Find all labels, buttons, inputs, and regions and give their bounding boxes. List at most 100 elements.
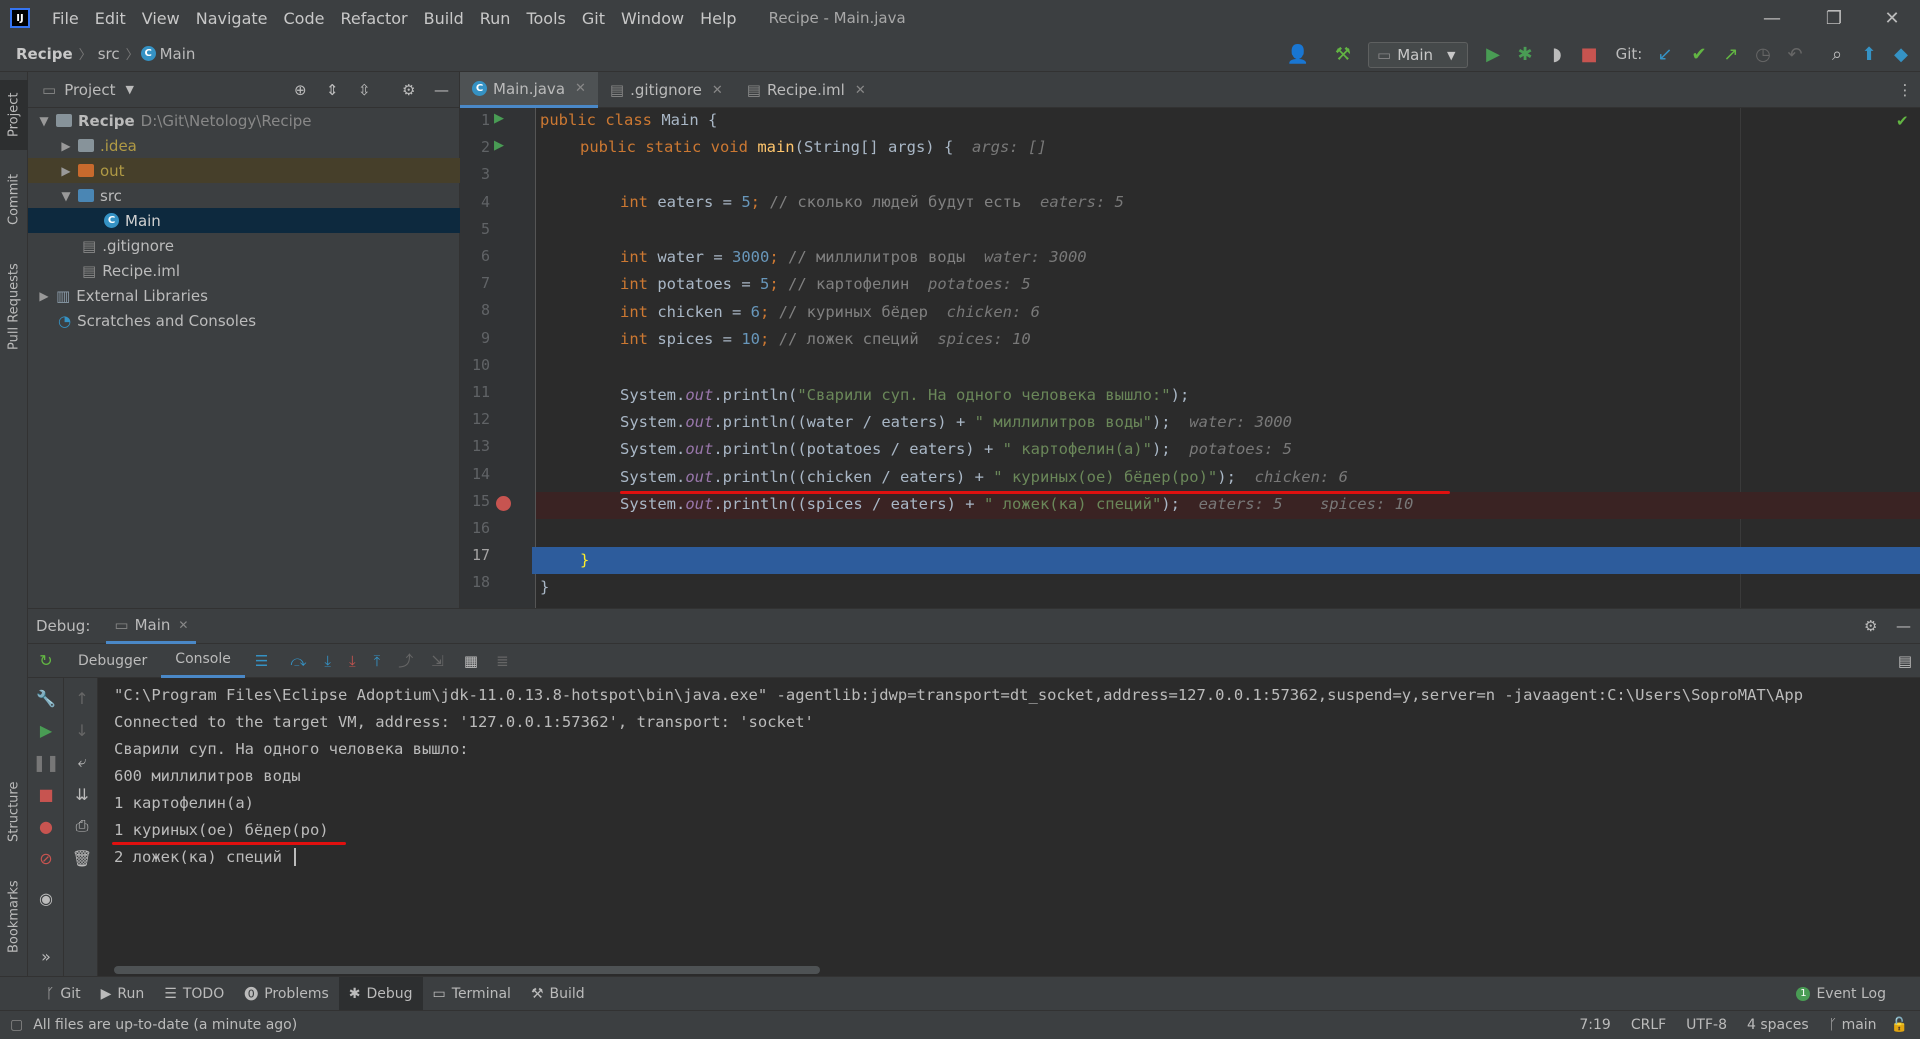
more-icon[interactable]: ⋮ [1890, 72, 1920, 107]
chevron-right-icon[interactable]: ▶ [58, 164, 74, 178]
menu-help[interactable]: Help [692, 9, 744, 28]
chevron-down-icon[interactable]: ▼ [126, 83, 134, 96]
locate-icon[interactable]: ⊕ [294, 81, 307, 99]
stop-icon[interactable]: ■ [1574, 36, 1604, 72]
layout-icon[interactable]: ▤ [1898, 652, 1912, 670]
collapse-all-icon[interactable]: ⇳ [358, 81, 371, 99]
menu-file[interactable]: File [44, 9, 87, 28]
breadcrumb-src[interactable]: src [94, 45, 124, 63]
run-gutter-icon[interactable]: ▶ [494, 111, 504, 126]
git-commit-icon[interactable]: ✔ [1684, 36, 1714, 72]
pull-requests-tool-tab[interactable]: Pull Requests [0, 252, 28, 362]
menu-icon[interactable]: ☰ [255, 652, 268, 670]
mute-breakpoints-icon[interactable]: ⊘ [28, 844, 64, 872]
debug-icon[interactable]: ✱ [1510, 36, 1540, 72]
minimize-icon[interactable]: — [1744, 0, 1800, 36]
resume-icon[interactable]: ▶ [28, 716, 64, 744]
horizontal-scrollbar[interactable] [114, 966, 820, 974]
tool-debug[interactable]: ✱ Debug [338, 976, 423, 1011]
indent-setting[interactable]: 4 spaces [1737, 1017, 1819, 1033]
chevron-right-icon[interactable]: ▶ [58, 139, 74, 153]
caret-position[interactable]: 7:19 [1569, 1017, 1620, 1033]
force-step-into-icon[interactable]: ⤓ [349, 652, 356, 670]
menu-window[interactable]: Window [613, 9, 692, 28]
file-encoding[interactable]: UTF-8 [1676, 1017, 1737, 1033]
update-icon[interactable]: ⬆ [1854, 36, 1884, 72]
commit-tool-tab[interactable]: Commit [0, 164, 28, 234]
settings-icon[interactable]: 🔧 [28, 684, 64, 712]
menu-git[interactable]: Git [574, 9, 613, 28]
line-separator[interactable]: CRLF [1621, 1017, 1676, 1033]
inspection-ok-icon[interactable]: ✔ [1896, 112, 1909, 130]
git-rollback-icon[interactable]: ↶ [1780, 36, 1810, 72]
breadcrumb-project[interactable]: Recipe [12, 45, 77, 63]
tree-item-gitignore[interactable]: ▤ .gitignore [28, 233, 460, 258]
close-icon[interactable]: ✕ [178, 618, 188, 632]
tab-console[interactable]: Console [161, 644, 245, 678]
tool-build[interactable]: ⚒ Build [521, 977, 595, 1011]
tab-gitignore[interactable]: ▤ .gitignore ✕ [598, 72, 735, 108]
up-arrow-icon[interactable]: ↑ [64, 684, 100, 712]
evaluate-icon[interactable]: ▦ [464, 652, 478, 670]
run-gutter-icon[interactable]: ▶ [494, 138, 504, 153]
close-icon[interactable]: ✕ [712, 83, 723, 98]
git-history-icon[interactable]: ◷ [1748, 36, 1778, 72]
trash-icon[interactable]: 🗑 [64, 844, 100, 872]
tool-run[interactable]: ▶ Run [91, 977, 155, 1011]
camera-icon[interactable]: ◉ [28, 884, 64, 912]
tree-item-out[interactable]: ▶ out [28, 158, 460, 183]
tree-item-src[interactable]: ▼ src [28, 183, 460, 208]
coverage-icon[interactable]: ◗ [1542, 36, 1572, 72]
run-icon[interactable]: ▶ [1478, 36, 1508, 72]
run-to-cursor-icon[interactable]: ⇲ [431, 652, 444, 670]
tree-item-main[interactable]: C Main [28, 208, 460, 233]
tab-main-java[interactable]: C Main.java ✕ [460, 72, 598, 108]
tree-item-scratches[interactable]: ◔ Scratches and Consoles [28, 308, 460, 333]
structure-tool-tab[interactable]: Structure [0, 772, 28, 852]
run-config-select[interactable]: ▭ Main ▼ [1368, 42, 1468, 68]
step-into-icon[interactable]: ⤓ [324, 652, 331, 670]
tool-git[interactable]: ᚴ Git [36, 977, 91, 1011]
chevron-right-icon[interactable]: ▶ [36, 289, 52, 303]
close-window-icon[interactable]: ✕ [1864, 0, 1920, 36]
tree-item-external-libraries[interactable]: ▶ ▥ External Libraries [28, 283, 460, 308]
step-out-icon[interactable]: ⤒ [374, 652, 381, 670]
soft-wrap-icon[interactable]: ⤶ [64, 748, 100, 776]
tree-item-recipe[interactable]: ▼ Recipe D:\Git\Netology\Recipe [28, 108, 460, 133]
plugin-icon[interactable]: ◆ [1886, 36, 1916, 72]
breakpoint-icon[interactable] [496, 496, 511, 511]
project-tool-tab[interactable]: Project [0, 80, 28, 150]
menu-code[interactable]: Code [276, 9, 333, 28]
lock-icon[interactable]: 🔓 [1887, 1017, 1920, 1033]
tab-recipe-iml[interactable]: ▤ Recipe.iml ✕ [735, 72, 878, 108]
tab-debugger[interactable]: Debugger [64, 644, 161, 678]
close-icon[interactable]: ✕ [855, 83, 866, 98]
stop-icon[interactable]: ■ [28, 780, 64, 808]
chevron-down-icon[interactable]: ▼ [36, 114, 52, 128]
pause-icon[interactable]: ❚❚ [28, 748, 64, 776]
print-icon[interactable]: ⎙ [64, 812, 100, 840]
tool-todo[interactable]: ☰ TODO [154, 977, 234, 1011]
git-branch-widget[interactable]: ᚴ main [1819, 1017, 1887, 1033]
search-icon[interactable]: ⌕ [1822, 36, 1852, 72]
menu-tools[interactable]: Tools [518, 9, 573, 28]
console-output[interactable]: "C:\Program Files\Eclipse Adoptium\jdk-1… [98, 678, 1920, 976]
tool-terminal[interactable]: ▭ Terminal [423, 977, 521, 1011]
git-push-icon[interactable]: ↗ [1716, 36, 1746, 72]
build-hammer-icon[interactable]: ⚒ [1328, 36, 1358, 72]
expand-all-icon[interactable]: ⇕ [326, 81, 339, 99]
tree-item-idea[interactable]: ▶ .idea [28, 133, 460, 158]
more-icon[interactable]: » [28, 942, 64, 970]
bookmarks-tool-tab[interactable]: Bookmarks [0, 872, 28, 962]
rerun-icon[interactable]: ↻ [28, 651, 64, 670]
git-update-icon[interactable]: ↙ [1650, 36, 1680, 72]
hide-icon[interactable]: — [434, 81, 449, 99]
restore-icon[interactable]: ❐ [1806, 0, 1862, 36]
tool-problems[interactable]: ⓿ Problems [234, 977, 339, 1011]
gear-icon[interactable]: ⚙ [402, 81, 415, 99]
menu-navigate[interactable]: Navigate [188, 9, 276, 28]
scroll-to-end-icon[interactable]: ⇊ [64, 780, 100, 808]
gear-icon[interactable]: ⚙ [1864, 617, 1877, 635]
menu-run[interactable]: Run [472, 9, 519, 28]
menu-refactor[interactable]: Refactor [332, 9, 415, 28]
